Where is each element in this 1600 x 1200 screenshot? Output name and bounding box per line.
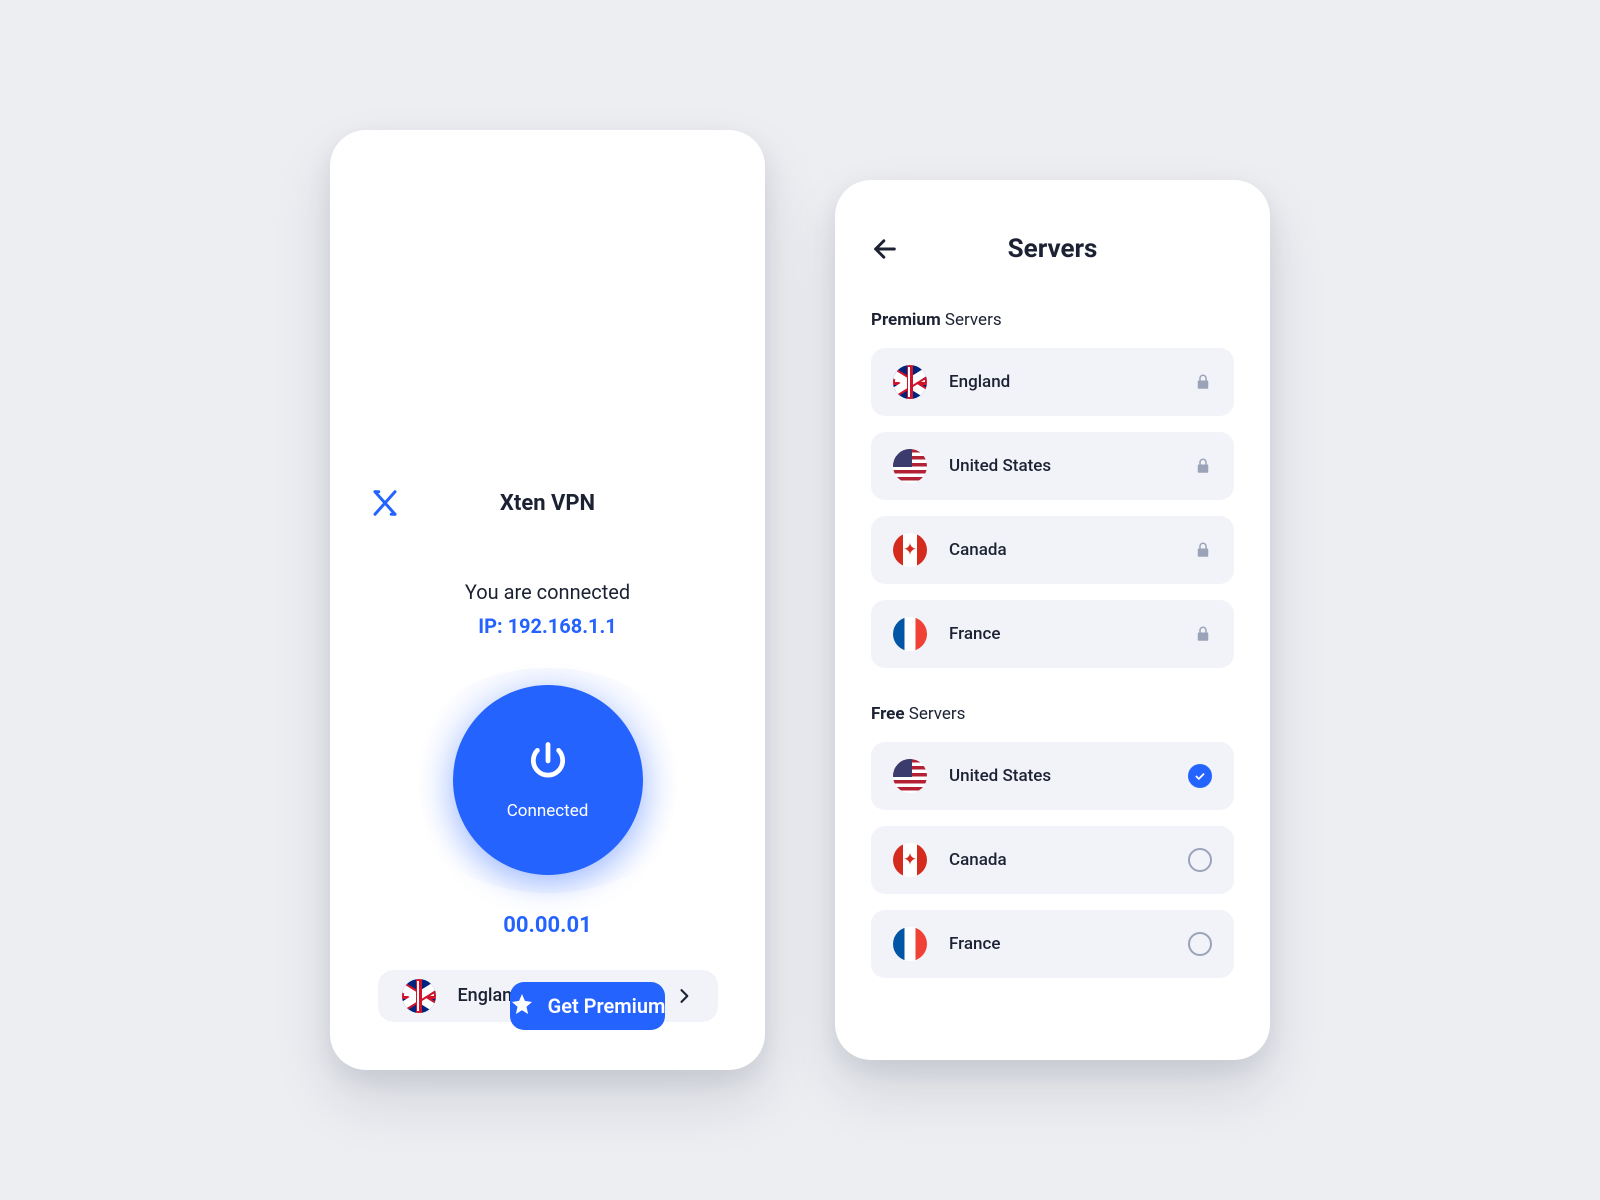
server-name: United States [949, 456, 1051, 476]
premium-server-list: England United States ✦ Canada France [871, 348, 1234, 668]
server-item[interactable]: France [871, 910, 1234, 978]
get-premium-button[interactable]: Get Premium [510, 982, 666, 1030]
radio-unselected-icon[interactable] [1188, 932, 1212, 956]
lock-icon [1194, 456, 1212, 476]
servers-title: Servers [871, 234, 1234, 264]
star-icon [510, 992, 534, 1021]
connection-status: You are connected IP: 192.168.1.1 [465, 580, 630, 638]
server-name: France [949, 934, 1000, 954]
free-section-heading: Free Servers [871, 704, 1234, 724]
flag-icon-uk [402, 979, 436, 1013]
server-item[interactable]: ✦ Canada [871, 516, 1234, 584]
dial-label: Connected [507, 801, 589, 821]
servers-screen: Servers Premium Servers England United St… [835, 180, 1270, 1060]
flag-icon-ca: ✦ [893, 843, 927, 877]
chevron-right-icon [674, 986, 694, 1006]
connect-toggle-button[interactable]: Connected [453, 685, 643, 875]
flag-icon-us [893, 759, 927, 793]
server-item[interactable]: United States [871, 742, 1234, 810]
free-server-list: United States ✦ Canada France [871, 742, 1234, 978]
flag-icon-fr [893, 927, 927, 961]
get-premium-label: Get Premium [548, 994, 666, 1018]
server-name: United States [949, 766, 1051, 786]
flag-icon-uk [893, 365, 927, 399]
lock-icon [1194, 540, 1212, 560]
server-item[interactable]: United States [871, 432, 1234, 500]
flag-icon-us [893, 449, 927, 483]
server-name: Canada [949, 540, 1007, 560]
server-item[interactable]: ✦ Canada [871, 826, 1234, 894]
power-dial-glow: Connected [398, 668, 698, 893]
ip-address: IP: 192.168.1.1 [465, 614, 630, 638]
flag-icon-ca: ✦ [893, 533, 927, 567]
server-name: Canada [949, 850, 1007, 870]
server-name: France [949, 624, 1000, 644]
status-text: You are connected [465, 580, 630, 604]
premium-section-heading: Premium Servers [871, 310, 1234, 330]
server-name: England [949, 372, 1010, 392]
app-logo-icon [370, 488, 400, 518]
home-header: Xten VPN [370, 452, 725, 518]
radio-selected-icon[interactable] [1188, 764, 1212, 788]
lock-icon [1194, 624, 1212, 644]
servers-header: Servers [871, 180, 1234, 264]
flag-icon-fr [893, 617, 927, 651]
power-icon [526, 739, 570, 787]
lock-icon [1194, 372, 1212, 392]
home-screen: Xten VPN You are connected IP: 192.168.1… [330, 130, 765, 1070]
server-item[interactable]: England [871, 348, 1234, 416]
server-item[interactable]: France [871, 600, 1234, 668]
connection-timer: 00.00.01 [503, 913, 592, 938]
app-title: Xten VPN [370, 491, 725, 516]
radio-unselected-icon[interactable] [1188, 848, 1212, 872]
